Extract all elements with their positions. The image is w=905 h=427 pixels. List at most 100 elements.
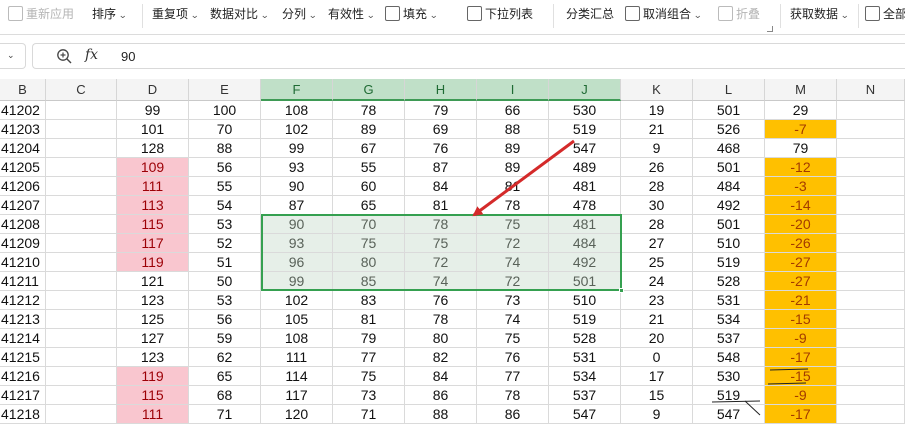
cell-k[interactable]: 28 — [621, 215, 693, 234]
cell-j[interactable]: 519 — [549, 310, 621, 329]
cell-j[interactable]: 528 — [549, 329, 621, 348]
cell-d[interactable]: 123 — [117, 291, 189, 310]
cell-n[interactable] — [837, 386, 905, 405]
cell-e[interactable]: 50 — [189, 272, 261, 291]
cell-i[interactable]: 75 — [477, 329, 549, 348]
cell-f[interactable]: 117 — [261, 386, 333, 405]
cell-f[interactable]: 90 — [261, 177, 333, 196]
cell-m[interactable]: -7 — [765, 120, 837, 139]
cell-b[interactable]: 41214 — [0, 329, 46, 348]
cell-f[interactable]: 105 — [261, 310, 333, 329]
cell-n[interactable] — [837, 177, 905, 196]
cell-e[interactable]: 59 — [189, 329, 261, 348]
column-header-f[interactable]: F — [261, 79, 333, 101]
cell-b[interactable]: 41206 — [0, 177, 46, 196]
cell-g[interactable]: 85 — [333, 272, 405, 291]
cell-m[interactable]: 79 — [765, 139, 837, 158]
ungroup-button[interactable]: 取消组合 ⌄ — [625, 5, 702, 23]
cell-b[interactable]: 41218 — [0, 405, 46, 424]
cell-h[interactable]: 87 — [405, 158, 477, 177]
cell-i[interactable]: 76 — [477, 348, 549, 367]
cell-f[interactable]: 93 — [261, 158, 333, 177]
cell-c[interactable] — [46, 405, 117, 424]
cell-c[interactable] — [46, 234, 117, 253]
cell-d[interactable]: 101 — [117, 120, 189, 139]
cell-d[interactable]: 125 — [117, 310, 189, 329]
cell-c[interactable] — [46, 253, 117, 272]
cell-n[interactable] — [837, 120, 905, 139]
cell-j[interactable]: 478 — [549, 196, 621, 215]
cell-g[interactable]: 89 — [333, 120, 405, 139]
cell-f[interactable]: 120 — [261, 405, 333, 424]
cell-l[interactable]: 534 — [693, 310, 765, 329]
column-header-i[interactable]: I — [477, 79, 549, 101]
fill-handle[interactable] — [619, 288, 624, 293]
cell-d[interactable]: 119 — [117, 367, 189, 386]
cell-l[interactable]: 526 — [693, 120, 765, 139]
duplicates-button[interactable]: 重复项 ⌄ — [152, 5, 199, 23]
cell-k[interactable]: 30 — [621, 196, 693, 215]
cell-i[interactable]: 73 — [477, 291, 549, 310]
cell-h[interactable]: 78 — [405, 215, 477, 234]
cell-c[interactable] — [46, 367, 117, 386]
cell-n[interactable] — [837, 272, 905, 291]
cell-l[interactable]: 519 — [693, 386, 765, 405]
cell-m[interactable]: -14 — [765, 196, 837, 215]
cell-k[interactable]: 15 — [621, 386, 693, 405]
cell-m[interactable]: -27 — [765, 272, 837, 291]
cell-d[interactable]: 115 — [117, 386, 189, 405]
cell-d[interactable]: 113 — [117, 196, 189, 215]
column-header-l[interactable]: L — [693, 79, 765, 101]
cell-l[interactable]: 501 — [693, 158, 765, 177]
split-button[interactable]: 分列 ⌄ — [282, 5, 317, 23]
cell-j[interactable]: 537 — [549, 386, 621, 405]
cell-c[interactable] — [46, 215, 117, 234]
cell-e[interactable]: 70 — [189, 120, 261, 139]
cell-g[interactable]: 71 — [333, 405, 405, 424]
collapse-button[interactable]: 折叠 — [718, 5, 760, 23]
cell-i[interactable]: 75 — [477, 215, 549, 234]
cell-l[interactable]: 548 — [693, 348, 765, 367]
name-box-dropdown[interactable]: ⌄ — [0, 43, 26, 69]
cell-c[interactable] — [46, 310, 117, 329]
cell-g[interactable]: 73 — [333, 386, 405, 405]
cell-d[interactable]: 111 — [117, 177, 189, 196]
cell-c[interactable] — [46, 139, 117, 158]
cell-k[interactable]: 24 — [621, 272, 693, 291]
cell-e[interactable]: 68 — [189, 386, 261, 405]
cell-h[interactable]: 69 — [405, 120, 477, 139]
cell-c[interactable] — [46, 291, 117, 310]
cell-h[interactable]: 82 — [405, 348, 477, 367]
cell-e[interactable]: 100 — [189, 101, 261, 120]
cell-g[interactable]: 65 — [333, 196, 405, 215]
cell-i[interactable]: 86 — [477, 405, 549, 424]
cell-j[interactable]: 547 — [549, 405, 621, 424]
cell-d[interactable]: 109 — [117, 158, 189, 177]
cell-n[interactable] — [837, 348, 905, 367]
get-data-button[interactable]: 获取数据 ⌄ — [790, 5, 849, 23]
cell-g[interactable]: 75 — [333, 367, 405, 386]
cell-h[interactable]: 76 — [405, 139, 477, 158]
cell-m[interactable]: -17 — [765, 405, 837, 424]
cell-j[interactable]: 481 — [549, 215, 621, 234]
cell-m[interactable]: -15 — [765, 367, 837, 386]
cell-n[interactable] — [837, 291, 905, 310]
cell-f[interactable]: 108 — [261, 329, 333, 348]
cell-n[interactable] — [837, 196, 905, 215]
cell-b[interactable]: 41209 — [0, 234, 46, 253]
cell-i[interactable]: 89 — [477, 139, 549, 158]
cell-f[interactable]: 111 — [261, 348, 333, 367]
cell-m[interactable]: -12 — [765, 158, 837, 177]
cell-f[interactable]: 102 — [261, 291, 333, 310]
cell-h[interactable]: 88 — [405, 405, 477, 424]
cell-l[interactable]: 528 — [693, 272, 765, 291]
cell-n[interactable] — [837, 253, 905, 272]
cell-f[interactable]: 96 — [261, 253, 333, 272]
cell-h[interactable]: 76 — [405, 291, 477, 310]
cell-n[interactable] — [837, 405, 905, 424]
cell-e[interactable]: 55 — [189, 177, 261, 196]
cell-d[interactable]: 115 — [117, 215, 189, 234]
cell-e[interactable]: 53 — [189, 291, 261, 310]
cell-c[interactable] — [46, 348, 117, 367]
cell-h[interactable]: 86 — [405, 386, 477, 405]
